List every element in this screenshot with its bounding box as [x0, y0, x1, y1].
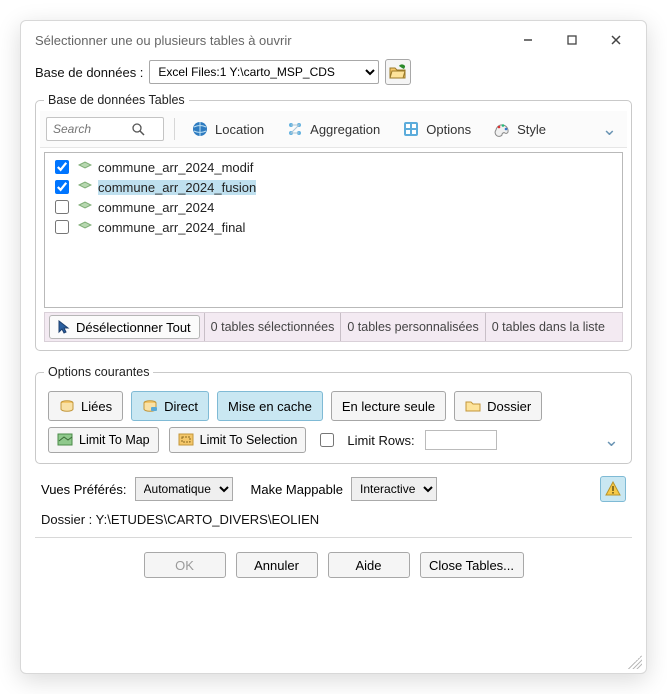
search-wrap — [46, 117, 164, 141]
table-row[interactable]: commune_arr_2024_final — [51, 217, 616, 237]
close-tables-button[interactable]: Close Tables... — [420, 552, 524, 578]
cursor-icon — [58, 320, 70, 334]
minimize-button[interactable] — [506, 25, 550, 55]
row-checkbox[interactable] — [55, 160, 69, 174]
row-checkbox[interactable] — [55, 180, 69, 194]
options-tool[interactable]: Options — [396, 118, 477, 140]
tables-toolbar: Location Aggregation Options Style ⌄ — [40, 111, 627, 148]
location-tool[interactable]: Location — [185, 118, 270, 140]
row-checkbox[interactable] — [55, 220, 69, 234]
warning-icon — [605, 481, 621, 497]
folder-button[interactable]: Dossier — [454, 391, 542, 421]
table-list-footer: Désélectionner Tout 0 tables sélectionné… — [44, 312, 623, 342]
title-bar: Sélectionner une ou plusieurs tables à o… — [21, 21, 646, 59]
table-name: commune_arr_2024_modif — [98, 160, 253, 175]
database-label: Base de données : — [35, 65, 143, 80]
tables-legend: Base de données Tables — [44, 93, 189, 107]
stat-custom: 0 tables personnalisées — [340, 313, 484, 341]
footer-buttons: OK Annuler Aide Close Tables... — [35, 538, 632, 594]
style-tool[interactable]: Style — [487, 118, 552, 140]
layer-icon — [78, 221, 92, 233]
maximize-button[interactable] — [550, 25, 594, 55]
aggregation-tool[interactable]: Aggregation — [280, 118, 386, 140]
expand-options-icon[interactable]: ⌄ — [604, 430, 619, 451]
table-list: commune_arr_2024_modif commune_arr_2024_… — [44, 152, 623, 308]
resize-grip[interactable] — [628, 655, 642, 669]
make-mappable-select[interactable]: Interactive — [351, 477, 437, 501]
limit-to-selection-button[interactable]: Limit To Selection — [169, 427, 307, 453]
table-row[interactable]: commune_arr_2024 — [51, 197, 616, 217]
preferred-views-row: Vues Préférés: Automatique Make Mappable… — [35, 470, 632, 504]
close-button[interactable] — [594, 25, 638, 55]
table-name: commune_arr_2024_fusion — [98, 180, 256, 195]
linked-button[interactable]: Liées — [48, 391, 123, 421]
readonly-button[interactable]: En lecture seule — [331, 391, 446, 421]
limit-rows-input[interactable] — [425, 430, 497, 450]
tables-group: Base de données Tables Location Aggregat… — [35, 93, 632, 351]
limit-rows-checkbox[interactable] — [320, 433, 334, 447]
separator — [174, 118, 175, 140]
window-title: Sélectionner une ou plusieurs tables à o… — [35, 33, 506, 48]
layer-icon — [78, 181, 92, 193]
search-input[interactable] — [51, 121, 131, 137]
stat-inlist: 0 tables dans la liste — [485, 313, 611, 341]
dialog-window: Sélectionner une ou plusieurs tables à o… — [20, 20, 647, 674]
search-icon — [131, 122, 145, 136]
preferred-views-select[interactable]: Automatique — [135, 477, 233, 501]
table-name: commune_arr_2024 — [98, 200, 214, 215]
help-button[interactable]: Aide — [328, 552, 410, 578]
layer-icon — [78, 201, 92, 213]
make-mappable-label: Make Mappable — [251, 482, 344, 497]
expand-toolbar-icon[interactable]: ⌄ — [598, 119, 621, 140]
row-checkbox[interactable] — [55, 200, 69, 214]
table-row[interactable]: commune_arr_2024_modif — [51, 157, 616, 177]
preferred-views-label: Vues Préférés: — [41, 482, 127, 497]
direct-button[interactable]: Direct — [131, 391, 209, 421]
options-group: Options courantes Liées Direct Mise en c… — [35, 365, 632, 464]
options-legend: Options courantes — [44, 365, 153, 379]
cancel-button[interactable]: Annuler — [236, 552, 318, 578]
table-name: commune_arr_2024_final — [98, 220, 245, 235]
limit-rows-label: Limit Rows: — [347, 433, 414, 448]
limit-to-map-button[interactable]: Limit To Map — [48, 427, 159, 453]
stat-selected: 0 tables sélectionnées — [204, 313, 341, 341]
table-row[interactable]: commune_arr_2024_fusion — [51, 177, 616, 197]
folder-path: Dossier : Y:\ETUDES\CARTO_DIVERS\EOLIEN — [35, 504, 632, 531]
layer-icon — [78, 161, 92, 173]
browse-database-button[interactable] — [385, 59, 411, 85]
database-select[interactable]: Excel Files:1 Y:\carto_MSP_CDS — [149, 60, 379, 84]
cache-button[interactable]: Mise en cache — [217, 391, 323, 421]
ok-button[interactable]: OK — [144, 552, 226, 578]
deselect-all-button[interactable]: Désélectionner Tout — [49, 315, 200, 339]
warning-button[interactable] — [600, 476, 626, 502]
